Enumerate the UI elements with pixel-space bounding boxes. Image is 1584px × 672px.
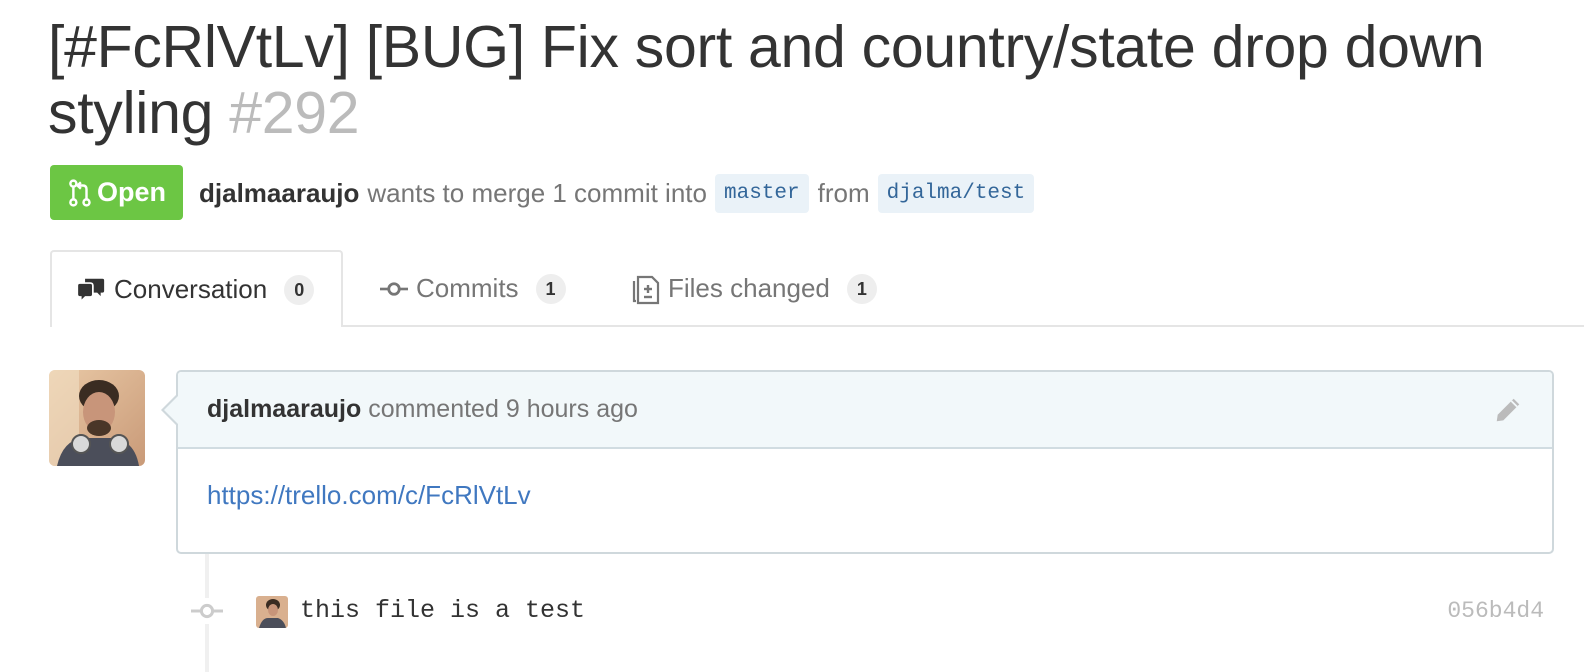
commit-message-link[interactable]: this file is a test (300, 594, 585, 628)
git-pull-request-icon (69, 178, 91, 207)
pr-tabs: Conversation 0 Commits 1 Files changed 1 (50, 250, 1584, 327)
tab-counter: 1 (535, 273, 566, 304)
tab-label: Commits (416, 273, 519, 303)
pull-request-page: [#FcRlVtLv] [BUG] Fix sort and country/s… (0, 0, 1584, 672)
base-branch[interactable]: master (714, 173, 809, 213)
head-branch[interactable]: djalma/test (877, 173, 1035, 213)
tab-commits[interactable]: Commits 1 (380, 250, 566, 327)
edit-comment-button[interactable] (1492, 394, 1524, 426)
git-commit-icon (191, 598, 223, 624)
tab-counter: 1 (846, 273, 877, 304)
avatar[interactable] (49, 370, 145, 466)
tab-files-changed[interactable]: Files changed 1 (632, 250, 877, 327)
pr-number: #292 (229, 80, 360, 146)
merge-text: wants to merge 1 commit into (367, 177, 707, 208)
tab-conversation[interactable]: Conversation 0 (50, 250, 343, 327)
comment-author-link[interactable]: djalmaaraujo (207, 395, 361, 424)
state-badge: Open (50, 165, 183, 220)
comment-body: https://trello.com/c/FcRlVtLv (207, 480, 531, 511)
git-commit-icon (380, 279, 408, 299)
from-text: from (817, 177, 870, 208)
author-link[interactable]: djalmaaraujo (199, 178, 359, 209)
comment: djalmaaraujo commented 9 hours ago https… (176, 370, 1554, 554)
page-title: [#FcRlVtLv] [BUG] Fix sort and country/s… (48, 14, 1548, 146)
pencil-icon (1496, 398, 1520, 422)
tab-label: Files changed (668, 273, 830, 303)
comment-timestamp[interactable]: 9 hours ago (506, 395, 638, 424)
state-label: Open (96, 177, 166, 207)
comment-pointer-fill (164, 396, 178, 424)
commit-sha-link[interactable]: 056b4d4 (1447, 594, 1544, 628)
comment-header: djalmaaraujo commented 9 hours ago (178, 372, 1552, 449)
commit-author-avatar[interactable] (256, 596, 288, 628)
trello-link[interactable]: https://trello.com/c/FcRlVtLv (207, 480, 531, 510)
tab-label: Conversation (114, 274, 268, 304)
tab-counter: 0 (284, 274, 315, 305)
comment-action: commented (368, 395, 499, 423)
pr-meta: djalmaaraujo wants to merge 1 commit int… (199, 172, 1043, 214)
diff-icon (632, 273, 660, 305)
comment-discussion-icon (78, 277, 106, 303)
